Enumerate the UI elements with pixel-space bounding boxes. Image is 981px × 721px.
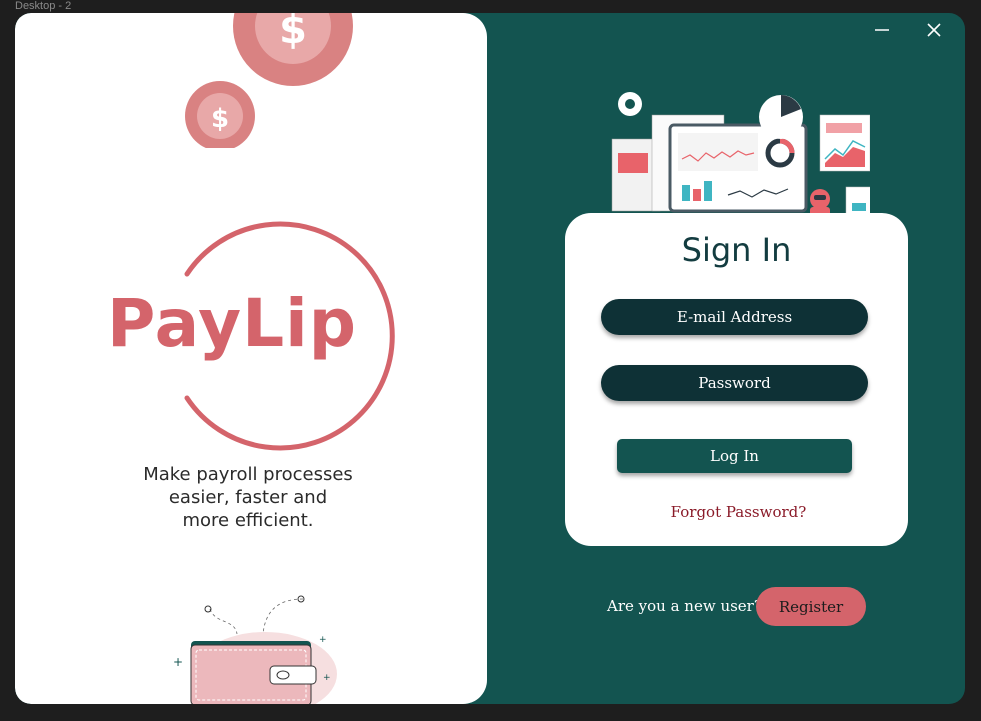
signin-title: Sign In — [681, 231, 792, 269]
window-controls — [871, 19, 945, 41]
password-field[interactable] — [601, 365, 868, 401]
signin-card: Sign In Log In Forgot Password? — [565, 213, 908, 546]
email-field[interactable] — [601, 299, 868, 335]
new-user-prompt: Are you a new user? — [607, 597, 762, 615]
svg-text:+: + — [319, 635, 327, 645]
forgot-password-link[interactable]: Forgot Password? — [565, 503, 908, 521]
minimize-icon[interactable] — [871, 19, 893, 41]
coin-large-symbol: $ — [279, 13, 307, 53]
register-button[interactable]: Register — [756, 587, 866, 626]
svg-text:+: + — [173, 655, 183, 669]
login-button[interactable]: Log In — [617, 439, 852, 473]
close-icon[interactable] — [923, 19, 945, 41]
svg-text:+: + — [323, 673, 331, 683]
logo-wordmark: PayLip — [107, 285, 358, 362]
frame-label: Desktop - 2 — [15, 0, 72, 12]
coin-illustration: $ $ — [185, 13, 353, 148]
wallet-illustration: + + + — [173, 595, 337, 704]
coin-small-symbol: $ — [211, 104, 229, 134]
brand-panel: $ $ PayLip Make payroll processes easier… — [15, 13, 487, 704]
app-window: $ $ PayLip Make payroll processes easier… — [15, 13, 965, 704]
dashboard-illustration — [611, 92, 870, 214]
brand-tagline: Make payroll processes easier, faster an… — [143, 464, 353, 531]
